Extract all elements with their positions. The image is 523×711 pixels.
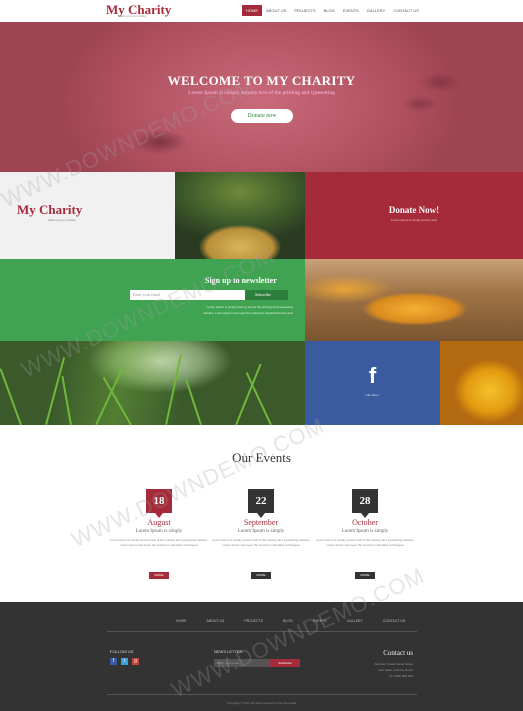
grass-blade	[165, 354, 182, 425]
facebook-icon[interactable]: f	[110, 658, 117, 665]
food-photo-tile	[305, 259, 523, 341]
twitter-icon[interactable]: t	[121, 658, 128, 665]
event-description: Lorem Ipsum is simply dummy text of the …	[211, 538, 311, 547]
event-subtitle: Lorem Ipsum is simply	[341, 529, 389, 534]
follow-us-label: FOLLOW US	[110, 649, 134, 654]
nav-gallery[interactable]: GALLERY	[363, 5, 389, 16]
event-month: October	[352, 518, 378, 527]
footer-subscribe-button[interactable]: Subscribe	[270, 659, 300, 667]
tree-photo-tile	[175, 172, 305, 259]
donate-tile[interactable]: Donate Now! Lorem ipsum is simply dummy …	[305, 172, 523, 259]
event-month: September	[243, 518, 279, 527]
footer-divider	[107, 694, 417, 695]
event-description: Lorem Ipsum is simply dummy text of the …	[315, 538, 415, 547]
flower-photo-tile	[440, 341, 523, 425]
tile-logo-tagline: Making every holiday	[48, 218, 77, 222]
hero-title: WELCOME TO MY CHARITY	[167, 73, 356, 88]
grass-blade	[61, 375, 72, 425]
main-nav: HOME ABOUT US PROJECTS BLOG EVENTS GALLE…	[242, 5, 423, 16]
grass-blade	[245, 372, 272, 425]
logo-tagline: Making every holiday	[118, 14, 147, 18]
footer-nav-about[interactable]: ABOUT US	[197, 619, 235, 623]
hero-subtitle: Lorem Ipsum is simply dummy text of the …	[188, 90, 335, 96]
copyright-text: Copyright © 2015 all rights reserved | F…	[226, 701, 297, 705]
facebook-icon: f	[368, 363, 377, 388]
contact-us-title: Contact us	[383, 649, 413, 657]
event-more-button[interactable]: MORE	[149, 572, 169, 579]
nav-contact[interactable]: CONTACT US	[389, 5, 423, 16]
grass-blade	[185, 379, 202, 425]
grass-blade	[95, 365, 125, 425]
contact-address-line: Address: Street Name Street	[374, 662, 413, 666]
footer-nav-projects[interactable]: PROJECTS	[234, 619, 273, 623]
event-subtitle: Lorem Ipsum is simply	[237, 529, 285, 534]
google-plus-icon[interactable]: g	[132, 658, 139, 665]
nav-projects[interactable]: PROJECTS	[290, 5, 319, 16]
nav-events[interactable]: EVENTS	[339, 5, 363, 16]
facebook-tile[interactable]: f Like Now !	[305, 341, 440, 425]
event-more-button[interactable]: MORE	[251, 572, 271, 579]
event-date-badge: 22	[248, 489, 274, 518]
contact-address-line: Your State, Country Name	[378, 668, 413, 672]
facebook-like-text: Like Now !	[365, 393, 380, 397]
footer-nav-home[interactable]: HOME	[166, 619, 197, 623]
newsletter-desc-1: Lorem Ipsum is simply dummy text of the …	[206, 305, 293, 309]
nav-about[interactable]: ABOUT US	[262, 5, 290, 16]
footer-divider	[107, 631, 417, 632]
contact-phone: ph: (000) 000-000	[389, 674, 413, 678]
nav-home[interactable]: HOME	[242, 5, 262, 16]
event-description: Lorem Ipsum is simply dummy text of the …	[109, 538, 209, 547]
donate-tile-subtitle: Lorem ipsum is simply dummy text	[390, 218, 437, 222]
donate-now-button[interactable]: Donate now	[231, 109, 293, 123]
event-date-badge: 28	[352, 489, 378, 518]
event-more-button[interactable]: MORE	[355, 572, 375, 579]
footer-nav-contact[interactable]: CONTACT US	[373, 619, 415, 623]
donate-tile-title: Donate Now!	[388, 205, 440, 215]
grass-blade	[0, 368, 22, 425]
newsletter-subscribe-button[interactable]: Subscribe	[245, 290, 288, 300]
nav-blog[interactable]: BLOG	[320, 5, 339, 16]
hero-banner: WELCOME TO MY CHARITY Lorem Ipsum is sim…	[0, 22, 523, 172]
site-header: My Charity Making every holiday HOME ABO…	[0, 0, 523, 22]
